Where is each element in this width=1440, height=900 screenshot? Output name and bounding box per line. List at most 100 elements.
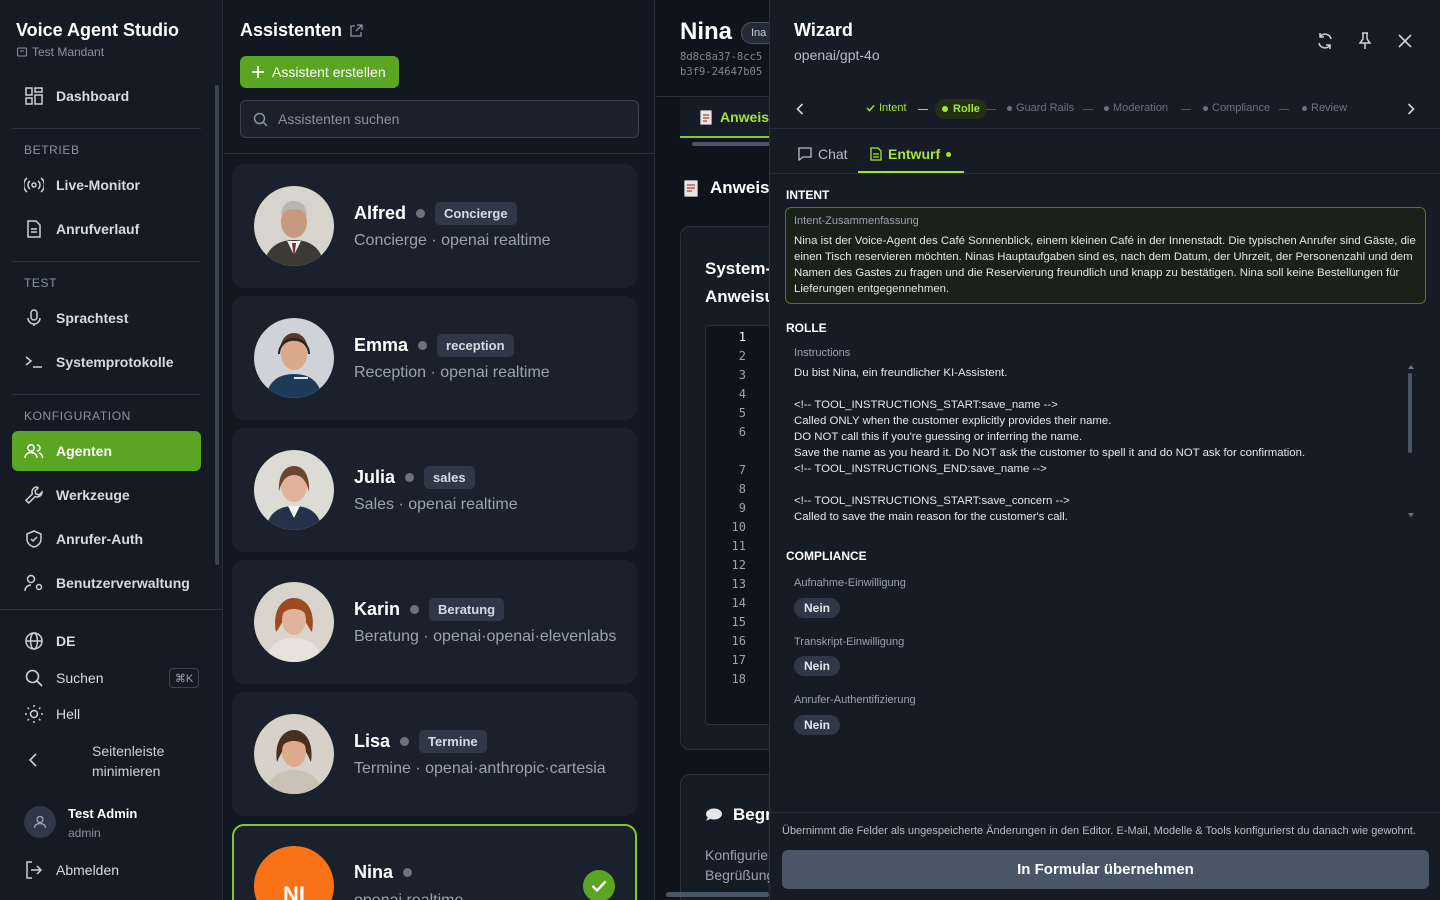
step-review[interactable]: Review — [1302, 102, 1347, 114]
greeting-title-label: Begr — [733, 805, 769, 824]
logout-icon — [24, 860, 44, 880]
nav-user-management[interactable]: Benutzerverwaltung — [12, 563, 201, 603]
nav-dashboard[interactable]: Dashboard — [12, 76, 201, 116]
users-icon — [24, 441, 44, 461]
recording-consent-label: Aufnahme-Einwilligung — [794, 577, 906, 589]
step-connector — [918, 109, 928, 110]
line-number: 4 — [738, 387, 746, 401]
assistant-detail-panel: Nina Ina 8d8c8a37-8cc5 b3f9-24647b05 Anw… — [656, 0, 769, 900]
line-numbers: 1 2 3 4 5 6 7 8 9 10 11 12 13 14 15 16 17 18 — [706, 328, 746, 689]
user-profile[interactable]: Test Admin admin — [24, 806, 204, 842]
role-instructions-field[interactable]: Instructions Du bist Nina, ein freundlic… — [794, 347, 1394, 525]
user-role: admin — [68, 826, 101, 840]
sidebar-scrollbar[interactable] — [215, 85, 219, 565]
horizontal-scrollbar[interactable] — [666, 892, 769, 897]
sun-icon — [24, 704, 44, 724]
assistant-name-row: Lisa Termine — [354, 730, 487, 753]
pin-icon[interactable] — [1356, 32, 1374, 50]
step-guard-rails[interactable]: Guard Rails — [1007, 102, 1074, 114]
assistant-card-julia[interactable]: Julia sales Sales · openai realtime — [232, 428, 637, 552]
line-number: 3 — [738, 368, 746, 382]
language-switch[interactable]: DE — [12, 621, 201, 661]
assistant-card-alfred[interactable]: Alfred Concierge Concierge · openai real… — [232, 164, 637, 288]
role-instructions-text: Du bist Nina, ein freundlicher KI-Assist… — [794, 367, 1306, 523]
nav-system-logs[interactable]: Systemprotokolle — [12, 342, 201, 382]
step-intent-label: Intent — [879, 102, 907, 114]
greeting-title: Begr — [705, 805, 769, 825]
refresh-icon[interactable] — [1316, 32, 1334, 50]
intent-summary-text: Nina ist der Voice-Agent des Café Sonnen… — [794, 235, 1416, 295]
step-compliance[interactable]: Compliance — [1203, 102, 1270, 114]
assistant-card-karin[interactable]: Karin Beratung Beratung · openai·openai·… — [232, 560, 637, 684]
speech-bubble-icon — [706, 808, 722, 821]
nav-caller-auth[interactable]: Anrufer-Auth — [12, 519, 201, 559]
tab-chat[interactable]: Chat — [798, 146, 848, 162]
selected-check-icon — [583, 870, 615, 900]
assistant-name-row: Alfred Concierge — [354, 202, 517, 225]
scroll-up-icon[interactable] — [1408, 365, 1414, 369]
horizontal-scrollbar[interactable] — [692, 142, 769, 146]
avatar — [254, 714, 334, 794]
external-link-icon[interactable] — [350, 24, 363, 37]
nav-live-monitor[interactable]: Live-Monitor — [12, 165, 201, 205]
line-number: 5 — [738, 406, 746, 420]
tab-draft[interactable]: Entwurf — [870, 146, 952, 162]
step-moderation[interactable]: Moderation — [1104, 102, 1168, 114]
assistant-name: Alfred — [354, 203, 407, 223]
theme-toggle[interactable]: Hell — [12, 694, 201, 734]
intent-heading: INTENT — [786, 188, 830, 202]
step-compliance-label: Compliance — [1212, 102, 1271, 114]
line-number: 8 — [738, 482, 746, 496]
nav-tools[interactable]: Werkzeuge — [12, 475, 201, 515]
divider — [12, 394, 201, 395]
search-icon — [253, 112, 268, 127]
logout-label: Abmelden — [56, 862, 120, 878]
nav-agents[interactable]: Agenten — [12, 431, 201, 471]
assistant-id: 8d8c8a37-8cc5 b3f9-24647b05 — [680, 50, 762, 80]
code-editor[interactable]: 1 2 3 4 5 6 7 8 9 10 11 12 13 14 15 16 17 18 — [705, 325, 769, 725]
assistant-subtitle: Termine · openai·anthropic·cartesia — [354, 760, 606, 777]
nav-speech-test[interactable]: Sprachtest — [12, 298, 201, 338]
wizard-stepper: Intent Rolle Guard Rails Moderation Comp… — [770, 89, 1440, 129]
greeting-card: Begr Konfigurie Begrüßung — [680, 774, 769, 900]
sidebar: Voice Agent Studio Test Mandant Dashboar… — [0, 0, 223, 900]
logout-button[interactable]: Abmelden — [12, 850, 201, 890]
detail-title: Nina — [680, 18, 733, 45]
previous-step-button[interactable] — [796, 103, 804, 115]
theme-label: Hell — [56, 706, 81, 722]
status-dot — [405, 473, 415, 482]
create-assistant-button[interactable]: Assistent erstellen — [240, 56, 399, 88]
line-number: 16 — [731, 634, 746, 648]
step-intent[interactable]: Intent — [866, 102, 907, 114]
step-rolle[interactable]: Rolle — [935, 99, 987, 119]
nav-agents-label: Agenten — [56, 443, 112, 459]
tab-instructions[interactable]: Anweis — [680, 98, 769, 138]
assistant-card-lisa[interactable]: Lisa Termine Termine · openai·anthropic·… — [232, 692, 637, 816]
intent-summary-label: Intent-Zusammenfassung — [794, 215, 919, 227]
recording-consent-value: Nein — [794, 598, 840, 618]
nav-call-history[interactable]: Anrufverlauf — [12, 209, 201, 249]
wrench-icon — [24, 485, 44, 505]
assistant-card-nina[interactable]: NI Nina openai realtime — [232, 824, 637, 900]
close-icon[interactable] — [1396, 32, 1414, 50]
step-dot — [1203, 105, 1208, 111]
scroll-down-icon[interactable] — [1408, 513, 1414, 517]
search-shortcut: ⌘K — [169, 668, 199, 688]
assistant-card-emma[interactable]: Emma reception Reception · openai realti… — [232, 296, 637, 420]
divider — [0, 609, 223, 610]
scrollbar-thumb[interactable] — [1408, 373, 1412, 453]
apply-to-form-button[interactable]: In Formular übernehmen — [782, 850, 1429, 889]
assistant-subtitle: openai realtime — [354, 892, 463, 900]
next-step-button[interactable] — [1407, 103, 1415, 115]
step-dot — [1007, 105, 1012, 111]
collapse-sidebar-button[interactable]: Seitenleiste minimieren — [12, 738, 201, 782]
role-heading: ROLLE — [786, 321, 827, 335]
avatar: NI — [254, 846, 334, 900]
assistant-tag: reception — [437, 334, 514, 357]
nav-dashboard-label: Dashboard — [56, 88, 130, 104]
role-scrollbar[interactable] — [1408, 365, 1414, 525]
assistant-search-input[interactable]: Assistenten suchen — [240, 100, 639, 138]
microphone-icon — [24, 308, 44, 328]
line-number: 6 — [738, 425, 746, 439]
status-dot — [416, 209, 426, 218]
